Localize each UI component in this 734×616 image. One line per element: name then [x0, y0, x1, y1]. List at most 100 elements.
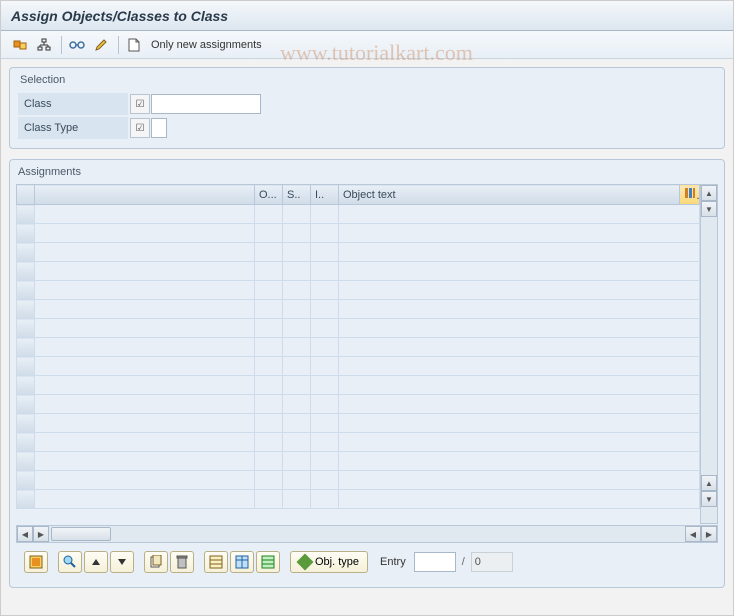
- new-button[interactable]: [123, 34, 145, 56]
- cell-i[interactable]: [311, 205, 339, 224]
- sort-asc-button[interactable]: [84, 551, 108, 573]
- col-object-text[interactable]: Object text: [339, 185, 680, 205]
- cell-main[interactable]: [35, 376, 255, 395]
- cell-main[interactable]: [35, 300, 255, 319]
- cell-i[interactable]: [311, 357, 339, 376]
- cell-s[interactable]: [283, 414, 311, 433]
- row-selector[interactable]: [17, 357, 35, 376]
- class-type-input[interactable]: [151, 118, 167, 138]
- cell-o[interactable]: [255, 452, 283, 471]
- cell-s[interactable]: [283, 395, 311, 414]
- cell-main[interactable]: [35, 471, 255, 490]
- cell-object-text[interactable]: [339, 433, 700, 452]
- scroll-down-button[interactable]: ▼: [701, 201, 717, 217]
- only-new-assignments-label[interactable]: Only new assignments: [151, 39, 262, 51]
- layout-button[interactable]: [230, 551, 254, 573]
- scroll-page-down-button[interactable]: ▼: [701, 491, 717, 507]
- cell-i[interactable]: [311, 395, 339, 414]
- cell-main[interactable]: [35, 338, 255, 357]
- cell-object-text[interactable]: [339, 262, 700, 281]
- cell-object-text[interactable]: [339, 471, 700, 490]
- cell-o[interactable]: [255, 433, 283, 452]
- cell-object-text[interactable]: [339, 243, 700, 262]
- row-selector[interactable]: [17, 433, 35, 452]
- scroll-thumb[interactable]: [51, 527, 111, 541]
- scroll-right-end-button[interactable]: ▶: [701, 526, 717, 542]
- cell-s[interactable]: [283, 338, 311, 357]
- cell-i[interactable]: [311, 338, 339, 357]
- cell-i[interactable]: [311, 243, 339, 262]
- col-selector[interactable]: [17, 185, 35, 205]
- cell-o[interactable]: [255, 471, 283, 490]
- row-selector[interactable]: [17, 224, 35, 243]
- cell-s[interactable]: [283, 300, 311, 319]
- cell-i[interactable]: [311, 490, 339, 509]
- row-selector[interactable]: [17, 338, 35, 357]
- cell-o[interactable]: [255, 395, 283, 414]
- cell-object-text[interactable]: [339, 319, 700, 338]
- row-selector[interactable]: [17, 414, 35, 433]
- cell-main[interactable]: [35, 414, 255, 433]
- cell-s[interactable]: [283, 433, 311, 452]
- edit-button[interactable]: [90, 34, 112, 56]
- cell-o[interactable]: [255, 205, 283, 224]
- entry-from-input[interactable]: [414, 552, 456, 572]
- cell-object-text[interactable]: [339, 414, 700, 433]
- cell-object-text[interactable]: [339, 205, 700, 224]
- delete-button[interactable]: [170, 551, 194, 573]
- cell-s[interactable]: [283, 471, 311, 490]
- horizontal-scrollbar[interactable]: ◀ ▶ ◀ ▶: [16, 525, 718, 543]
- cell-o[interactable]: [255, 262, 283, 281]
- cell-main[interactable]: [35, 243, 255, 262]
- scroll-left-end-button[interactable]: ◀: [685, 526, 701, 542]
- cell-s[interactable]: [283, 319, 311, 338]
- display-button[interactable]: [66, 34, 88, 56]
- find-button[interactable]: [58, 551, 82, 573]
- cell-i[interactable]: [311, 414, 339, 433]
- cell-main[interactable]: [35, 490, 255, 509]
- cell-i[interactable]: [311, 452, 339, 471]
- row-selector[interactable]: [17, 243, 35, 262]
- cell-object-text[interactable]: [339, 376, 700, 395]
- cell-s[interactable]: [283, 224, 311, 243]
- col-i[interactable]: I..: [311, 185, 339, 205]
- cell-s[interactable]: [283, 243, 311, 262]
- cell-i[interactable]: [311, 262, 339, 281]
- col-s[interactable]: S..: [283, 185, 311, 205]
- obj-type-button[interactable]: Obj. type: [290, 551, 368, 573]
- cell-o[interactable]: [255, 243, 283, 262]
- cell-s[interactable]: [283, 452, 311, 471]
- cell-s[interactable]: [283, 357, 311, 376]
- cell-object-text[interactable]: [339, 490, 700, 509]
- cell-i[interactable]: [311, 433, 339, 452]
- sort-desc-button[interactable]: [110, 551, 134, 573]
- col-o[interactable]: O...: [255, 185, 283, 205]
- scroll-left-button[interactable]: ◀: [17, 526, 33, 542]
- cell-main[interactable]: [35, 395, 255, 414]
- cell-main[interactable]: [35, 319, 255, 338]
- col-main[interactable]: [35, 185, 255, 205]
- cell-object-text[interactable]: [339, 224, 700, 243]
- cell-i[interactable]: [311, 281, 339, 300]
- cell-object-text[interactable]: [339, 395, 700, 414]
- class-input[interactable]: [151, 94, 261, 114]
- table-config-button[interactable]: [680, 185, 700, 205]
- cell-main[interactable]: [35, 224, 255, 243]
- cell-i[interactable]: [311, 319, 339, 338]
- assign-button[interactable]: [9, 34, 31, 56]
- cell-s[interactable]: [283, 490, 311, 509]
- cell-i[interactable]: [311, 224, 339, 243]
- cell-main[interactable]: [35, 262, 255, 281]
- cell-object-text[interactable]: [339, 300, 700, 319]
- row-selector[interactable]: [17, 490, 35, 509]
- row-selector[interactable]: [17, 395, 35, 414]
- row-selector[interactable]: [17, 319, 35, 338]
- cell-o[interactable]: [255, 300, 283, 319]
- row-selector[interactable]: [17, 471, 35, 490]
- cell-main[interactable]: [35, 433, 255, 452]
- cell-i[interactable]: [311, 300, 339, 319]
- scroll-right-button[interactable]: ▶: [33, 526, 49, 542]
- row-selector[interactable]: [17, 281, 35, 300]
- cell-main[interactable]: [35, 357, 255, 376]
- cell-o[interactable]: [255, 224, 283, 243]
